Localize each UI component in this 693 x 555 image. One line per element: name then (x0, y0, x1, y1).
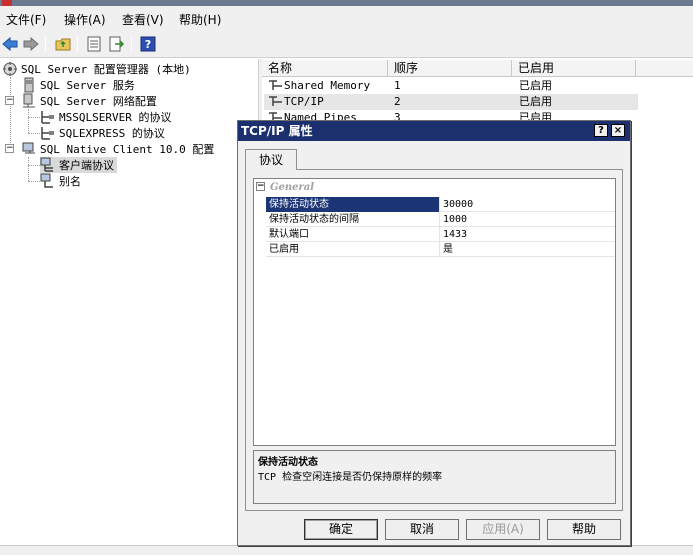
tree-item-label: SQL Native Client 10.0 配置 (40, 143, 215, 156)
tree-item-client-protocols[interactable]: 客户端协议 (40, 157, 117, 173)
up-folder-icon[interactable] (54, 35, 72, 53)
tree-connector (28, 157, 29, 181)
help-icon[interactable]: ? (139, 35, 157, 53)
property-row-keepalive-interval[interactable]: 保持活动状态的间隔 1000 (266, 212, 615, 227)
menu-action[interactable]: 操作(A) (62, 10, 108, 29)
client-icon (21, 141, 37, 157)
back-icon[interactable] (1, 35, 19, 53)
category-label: General (270, 182, 315, 193)
export-list-icon[interactable] (108, 35, 126, 53)
toolbar: ? (0, 30, 693, 58)
property-value[interactable]: 30000 (441, 197, 615, 212)
config-manager-icon (2, 61, 18, 77)
property-description: 保持活动状态 TCP 检查空闲连接是否仍保持原样的频率 (253, 450, 616, 504)
menu-view[interactable]: 查看(V) (120, 10, 166, 29)
dialog-help-button[interactable]: ? (594, 124, 608, 137)
list-row-shared-memory[interactable]: Shared Memory 1 已启用 (264, 78, 638, 94)
client-protocol-icon (40, 157, 56, 173)
property-name: 默认端口 (266, 227, 440, 242)
dialog-close-button[interactable]: × (611, 124, 625, 137)
column-header-name[interactable]: 名称 (262, 60, 388, 77)
tree-item-label: SQL Server 网络配置 (40, 95, 157, 108)
tree-connector (28, 165, 40, 166)
menu-help[interactable]: 帮助(H) (177, 10, 223, 29)
protocol-enabled: 已启用 (519, 95, 552, 108)
svg-text:?: ? (145, 38, 151, 51)
tcpip-properties-dialog: TCP/IP 属性 ? × 协议 − General 保持活动状态 30000 … (237, 120, 631, 546)
tree-connector (28, 117, 40, 118)
tree-item-native-client[interactable]: SQL Native Client 10.0 配置 (21, 141, 214, 157)
tree-item-label: MSSQLSERVER 的协议 (59, 111, 172, 124)
property-value[interactable]: 1000 (441, 212, 615, 227)
property-row-enabled[interactable]: 已启用 是 (266, 242, 615, 257)
toolbar-separator (77, 36, 78, 52)
tree-item-network-config[interactable]: SQL Server 网络配置 (21, 93, 157, 109)
protocol-icon (40, 109, 56, 125)
column-header-enabled[interactable]: 已启用 (512, 60, 636, 77)
tree-connector (28, 109, 29, 133)
category-general[interactable]: − General (254, 181, 615, 195)
tree-connector (28, 133, 40, 134)
cancel-button[interactable]: 取消 (385, 519, 459, 540)
tab-protocol[interactable]: 协议 (245, 149, 297, 170)
protocol-name: Shared Memory (284, 79, 371, 92)
status-bar (0, 545, 693, 555)
column-header-order[interactable]: 顺序 (388, 60, 512, 77)
description-title: 保持活动状态 (258, 457, 318, 468)
tab-panel: − General 保持活动状态 30000 保持活动状态的间隔 1000 默认… (245, 169, 623, 511)
toolbar-separator (45, 36, 46, 52)
dialog-title: TCP/IP 属性 (238, 121, 630, 141)
protocol-order: 2 (394, 95, 401, 108)
protocol-enabled: 已启用 (519, 79, 552, 92)
property-grid: − General 保持活动状态 30000 保持活动状态的间隔 1000 默认… (253, 178, 616, 446)
tree-item-root[interactable]: SQL Server 配置管理器 (本地) (2, 61, 191, 77)
properties-icon[interactable] (85, 35, 103, 53)
toolbar-separator (131, 36, 132, 52)
network-icon (21, 93, 37, 109)
tree-item-sqlexpress-protocols[interactable]: SQLEXPRESS 的协议 (40, 125, 165, 141)
property-row-default-port[interactable]: 默认端口 1433 (266, 227, 615, 242)
property-name: 已启用 (266, 242, 440, 257)
tree-item-label: 客户端协议 (59, 159, 114, 172)
tree-item-mssqlserver-protocols[interactable]: MSSQLSERVER 的协议 (40, 109, 171, 125)
collapse-toggle[interactable]: − (5, 96, 14, 105)
tree-item-aliases[interactable]: 别名 (40, 173, 81, 189)
tree-item-label: 别名 (59, 175, 81, 188)
help-button[interactable]: 帮助 (547, 519, 621, 540)
list-row-tcpip[interactable]: TCP/IP 2 已启用 (264, 94, 638, 110)
tree-item-label: SQL Server 配置管理器 (本地) (21, 63, 191, 76)
tree-connector (10, 77, 11, 149)
description-text: TCP 检查空闲连接是否仍保持原样的频率 (258, 472, 443, 483)
tree-item-services[interactable]: SQL Server 服务 (21, 77, 135, 93)
property-value[interactable]: 是 (441, 242, 615, 257)
category-collapse-toggle[interactable]: − (256, 182, 265, 191)
tree-connector (28, 181, 40, 182)
console-tree: SQL Server 配置管理器 (本地) SQL Server 服务 − SQ… (0, 59, 258, 545)
property-name: 保持活动状态的间隔 (266, 212, 440, 227)
ok-button[interactable]: 确定 (304, 519, 378, 540)
apply-button[interactable]: 应用(A) (466, 519, 540, 540)
collapse-toggle[interactable]: − (5, 144, 14, 153)
protocol-name: TCP/IP (284, 95, 324, 108)
property-value[interactable]: 1433 (441, 227, 615, 242)
server-icon (21, 77, 37, 93)
alias-icon (40, 173, 56, 189)
property-row-keepalive[interactable]: 保持活动状态 30000 (266, 197, 615, 212)
menu-file[interactable]: 文件(F) (4, 10, 48, 29)
protocol-icon (40, 125, 56, 141)
menu-bar: 文件(F) 操作(A) 查看(V) 帮助(H) (0, 6, 693, 30)
forward-icon[interactable] (22, 35, 40, 53)
column-header-filler (636, 60, 693, 77)
tree-item-label: SQL Server 服务 (40, 79, 135, 92)
protocol-order: 1 (394, 79, 401, 92)
property-name: 保持活动状态 (266, 197, 440, 212)
tree-item-label: SQLEXPRESS 的协议 (59, 127, 165, 140)
